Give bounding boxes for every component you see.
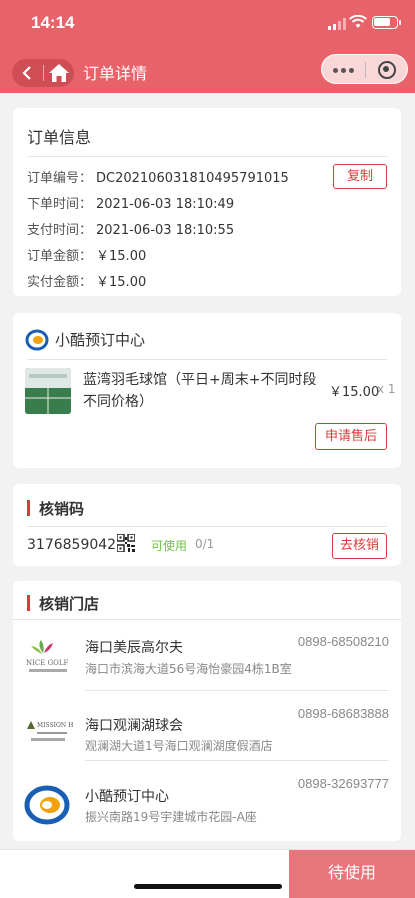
divider	[85, 760, 389, 761]
verify-code-title: 核销码	[27, 498, 84, 519]
divider	[85, 690, 389, 691]
signal-icon	[328, 18, 346, 30]
order-amount-label: 订单金额：	[27, 249, 93, 264]
verify-stores-title: 核销门店	[27, 593, 99, 614]
order-number-value: DC202106031810495791015	[96, 171, 289, 186]
header: 14:14 订单详情	[0, 0, 415, 93]
svg-text:MISSION HILLS: MISSION HILLS	[37, 722, 73, 729]
store-name: 海口观澜湖球会	[85, 718, 183, 734]
back-button[interactable]	[12, 59, 43, 87]
copy-button[interactable]: 复制	[333, 164, 387, 189]
verify-count: 0/1	[195, 537, 215, 551]
store-item[interactable]: MISSION HILLS 海口观澜湖球会 0898-68683888 观澜湖大…	[13, 699, 401, 769]
home-button[interactable]	[44, 59, 74, 87]
pay-time-row: 支付时间： 2021-06-03 18:10:55	[27, 219, 234, 238]
store-address: 观澜湖大道1号海口观澜湖度假酒店	[85, 739, 273, 753]
pay-time-label: 支付时间：	[27, 223, 93, 238]
order-time-value: 2021-06-03 18:10:49	[96, 197, 235, 212]
order-time-row: 下单时间： 2021-06-03 18:10:49	[27, 193, 234, 212]
paid-amount-row: 实付金额： ￥15.00	[27, 271, 146, 290]
status-bar: 14:14	[0, 0, 415, 48]
store-item[interactable]: NICE GOLF 海口美辰高尔夫 0898-68508210 海口市滨海大道5…	[13, 629, 401, 699]
page-title: 订单详情	[83, 64, 148, 83]
xiaoku-logo-icon	[25, 329, 49, 351]
more-dot-icon	[333, 68, 338, 73]
store-name: 小酷预订中心	[85, 789, 169, 805]
more-button[interactable]	[322, 55, 365, 85]
badminton-court-image	[25, 368, 71, 414]
store-address: 振兴南路19号宇建城市花园-A座	[85, 810, 257, 824]
divider	[27, 156, 387, 157]
pay-time-value: 2021-06-03 18:10:55	[96, 223, 235, 238]
store-item[interactable]: 小酷预订中心 0898-32693777 振兴南路19号宇建城市花园-A座	[13, 769, 401, 839]
store-phone[interactable]: 0898-32693777	[298, 776, 389, 791]
home-icon	[49, 64, 69, 82]
verify-stores-card: 核销门店 NICE GOLF 海口美辰高尔夫 0898-68508210 海口市…	[13, 581, 401, 841]
nav-buttons	[12, 59, 74, 87]
divider	[27, 526, 387, 527]
xiaoku-logo-icon	[24, 785, 70, 825]
order-amount-row: 订单金额： ￥15.00	[27, 245, 146, 264]
order-number-label: 订单编号：	[27, 171, 93, 186]
order-info-title: 订单信息	[27, 128, 92, 147]
product-name[interactable]: 蓝湾羽毛球馆（平日+周末+不同时段不同价格）	[83, 369, 323, 413]
mini-program-capsule	[321, 54, 408, 84]
order-time-label: 下单时间：	[27, 197, 93, 212]
bottom-bar: 待使用	[0, 849, 415, 898]
qr-code-icon[interactable]	[117, 534, 135, 552]
verify-code-number: 3176859042	[27, 537, 117, 553]
product-price: ￥15.00	[329, 385, 380, 400]
order-status-button[interactable]: 待使用	[289, 850, 415, 898]
verify-status: 可使用	[151, 539, 188, 553]
product-card: 小酷预订中心 蓝湾羽毛球馆（平日+周末+不同时段不同价格） ￥15.00 x 1…	[13, 313, 401, 468]
more-dot-icon	[341, 68, 346, 73]
verify-code-card: 核销码 3176859042 可使用 0/1 去核销	[13, 484, 401, 566]
product-quantity: x 1	[377, 382, 396, 396]
divider	[13, 619, 401, 620]
store-phone[interactable]: 0898-68508210	[298, 634, 389, 649]
svg-text:NICE GOLF: NICE GOLF	[26, 659, 69, 667]
order-number-row: 订单编号： DC202106031810495791015	[27, 167, 289, 186]
status-time: 14:14	[31, 13, 75, 32]
store-address: 海口市滨海大道56号海怡豪园4栋1B室	[85, 662, 292, 676]
battery-icon	[372, 16, 401, 29]
chevron-left-icon	[22, 66, 31, 80]
home-indicator	[134, 884, 282, 889]
paid-amount-value: ￥15.00	[96, 275, 147, 290]
more-dot-icon	[349, 68, 354, 73]
paid-amount-label: 实付金额：	[27, 275, 93, 290]
order-amount-value: ￥15.00	[96, 249, 147, 264]
mission-hills-logo-icon: MISSION HILLS	[27, 721, 73, 741]
go-verify-button[interactable]: 去核销	[332, 533, 387, 559]
divider	[27, 359, 387, 360]
product-thumbnail[interactable]	[25, 368, 71, 414]
close-mini-program-button[interactable]	[366, 55, 409, 85]
order-info-card: 订单信息 订单编号： DC202106031810495791015 复制 下单时…	[13, 108, 401, 296]
wifi-icon	[349, 15, 367, 28]
after-sale-button[interactable]: 申请售后	[315, 423, 387, 450]
golf-logo-icon: NICE GOLF	[26, 640, 69, 672]
store-phone[interactable]: 0898-68683888	[298, 706, 389, 721]
store-name: 海口美辰高尔夫	[85, 640, 183, 656]
shop-name: 小酷预订中心	[55, 331, 146, 349]
